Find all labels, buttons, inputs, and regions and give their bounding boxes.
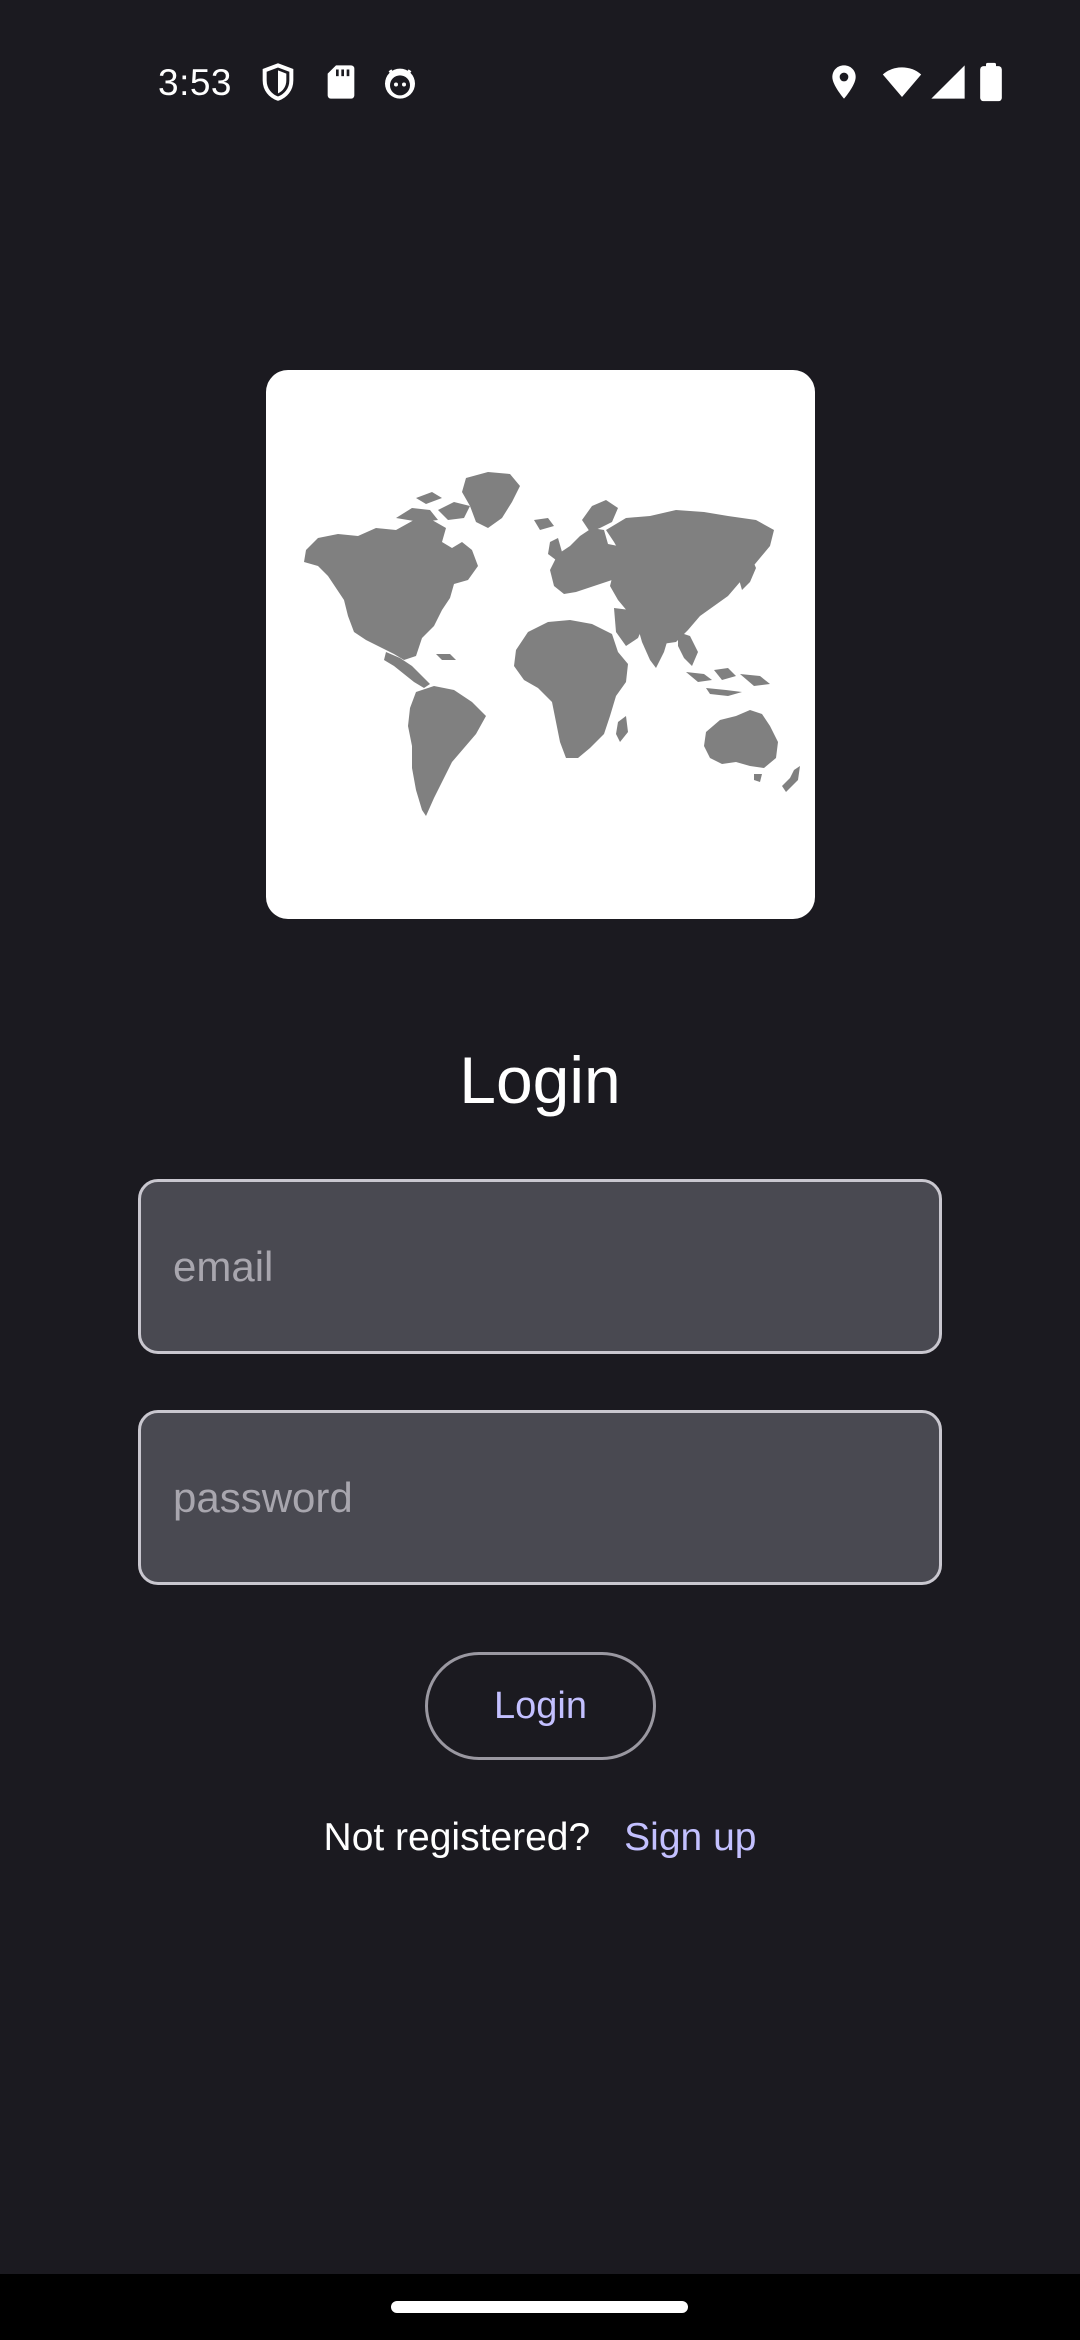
world-map-icon — [304, 472, 800, 816]
shield-icon — [258, 62, 298, 102]
home-gesture-handle[interactable] — [391, 2301, 688, 2313]
password-field[interactable] — [141, 1413, 939, 1582]
password-field-container — [138, 1410, 942, 1585]
status-time: 3:53 — [158, 62, 233, 103]
location-icon — [824, 62, 864, 102]
cell-signal-icon — [928, 62, 968, 102]
page-title: Login — [459, 1043, 621, 1117]
world-map-image — [266, 370, 815, 919]
status-bar: 3:53 — [0, 0, 1080, 165]
robot-face-icon — [380, 62, 420, 102]
login-button-label: Login — [494, 1684, 587, 1727]
login-button[interactable]: Login — [425, 1652, 656, 1760]
signup-link[interactable]: Sign up — [624, 1816, 756, 1860]
signup-prompt: Not registered? — [323, 1816, 591, 1859]
battery-icon — [978, 62, 1004, 102]
email-field[interactable] — [141, 1182, 939, 1351]
email-field-container — [138, 1179, 942, 1354]
signup-row: Not registered? Sign up — [0, 1810, 1080, 1866]
sd-card-icon — [321, 62, 361, 102]
wifi-icon — [880, 62, 924, 102]
